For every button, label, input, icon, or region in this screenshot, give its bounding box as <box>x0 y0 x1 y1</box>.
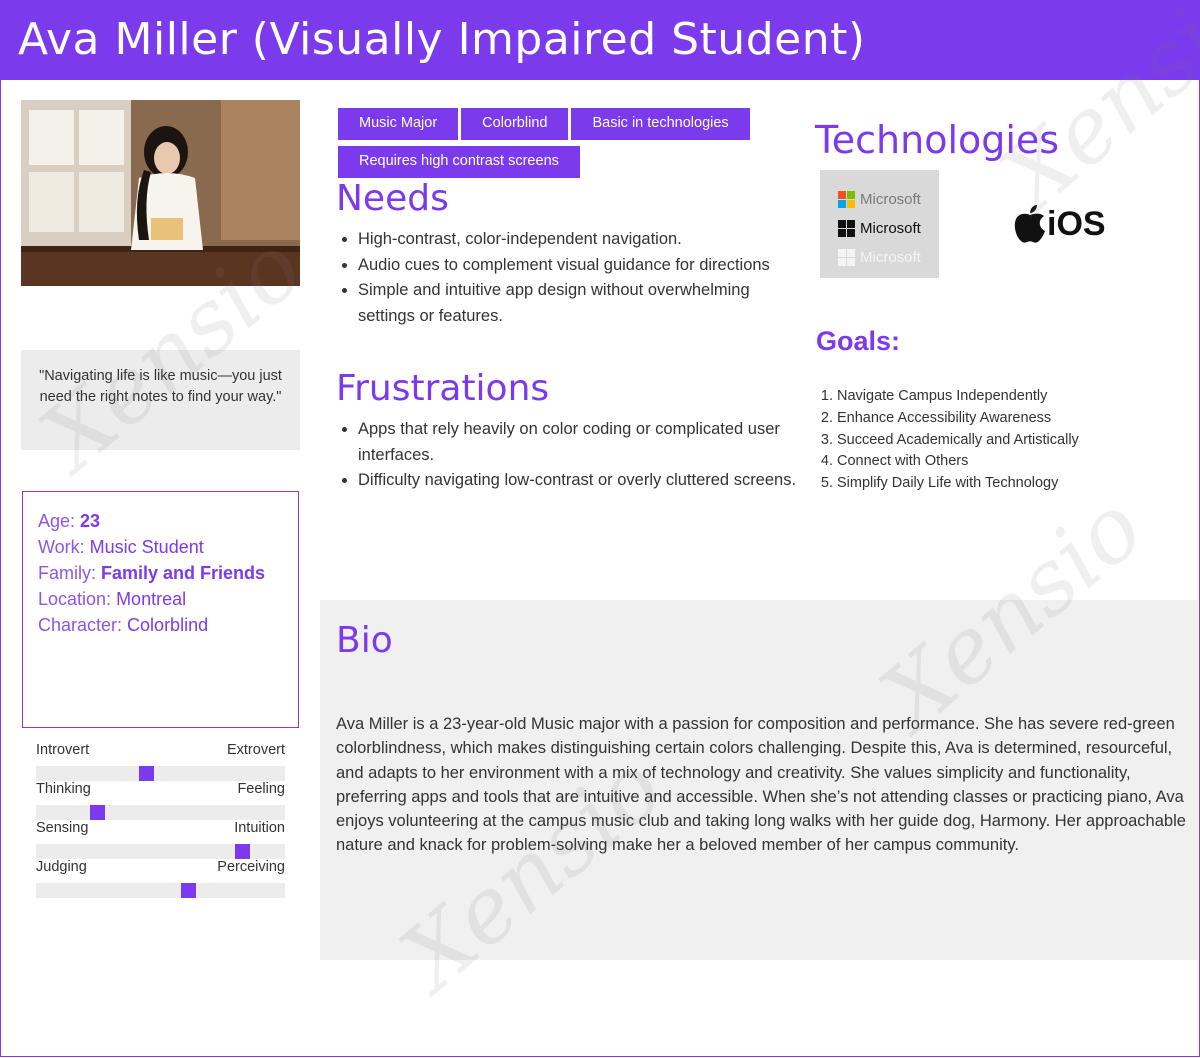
trait-slider-track <box>36 766 285 781</box>
windows-icon <box>838 191 855 208</box>
goal-item: Succeed Academically and Artistically <box>837 430 1079 452</box>
needs-title: Needs <box>336 178 449 219</box>
fact-label: Character: <box>38 615 128 635</box>
goal-item: Enhance Accessibility Awareness <box>837 408 1079 430</box>
fact-value: Montreal <box>116 589 187 609</box>
fact-label: Location: <box>38 589 117 609</box>
fact-family: Family: Family and Friends <box>38 560 283 586</box>
trait-introvert-extrovert: Introvert Extrovert <box>36 742 285 781</box>
trait-slider-track <box>36 883 285 898</box>
fact-value: Colorblind <box>127 615 209 635</box>
profile-photo <box>21 100 300 286</box>
persona-facts: Age: 23 Work: Music Student Family: Fami… <box>22 491 299 728</box>
goal-item: Connect with Others <box>837 451 1079 473</box>
trait-left-label: Thinking <box>36 781 91 797</box>
frustrations-item: Difficulty navigating low-contrast or ov… <box>358 468 798 494</box>
needs-item: Audio cues to complement visual guidance… <box>358 253 798 279</box>
fact-label: Family: <box>38 563 101 583</box>
profile-photo-image <box>21 100 300 286</box>
tag-colorblind: Colorblind <box>461 108 569 140</box>
frustrations-item: Apps that rely heavily on color coding o… <box>358 417 798 468</box>
microsoft-logo-black: Microsoft <box>838 214 939 243</box>
trait-right-label: Perceiving <box>217 859 285 875</box>
tag-list: Music Major Colorblind Basic in technologi… <box>338 108 788 184</box>
needs-item: High-contrast, color-independent navigat… <box>358 227 798 253</box>
needs-item: Simple and intuitive app design without … <box>358 278 798 329</box>
microsoft-wordmark: Microsoft <box>860 191 921 208</box>
trait-right-label: Extrovert <box>226 742 285 758</box>
trait-slider-track <box>36 844 285 859</box>
trait-sensing-intuition: Sensing Intuition <box>36 820 285 859</box>
windows-icon <box>838 249 855 266</box>
microsoft-wordmark: Microsoft <box>860 220 921 237</box>
tag-high-contrast: Requires high contrast screens <box>338 146 580 178</box>
personality-traits: Introvert Extrovert Thinking Feeling Sensi… <box>36 742 285 898</box>
ios-logo: iOS <box>1013 204 1106 244</box>
bio-text: Ava Miller is a 23-year-old Music major … <box>336 715 1186 855</box>
goal-item: Simplify Daily Life with Technology <box>837 473 1079 495</box>
fact-label: Work: <box>38 537 90 557</box>
trait-slider-track <box>36 805 285 820</box>
page-title: Ava Miller (Visually Impaired Student) <box>18 14 866 65</box>
microsoft-logo: Microsoft Microsoft Microsoft <box>820 170 939 278</box>
frustrations-title: Frustrations <box>336 368 550 409</box>
fact-age: Age: 23 <box>38 508 283 534</box>
ios-wordmark: iOS <box>1047 204 1106 243</box>
fact-location: Location: Montreal <box>38 586 283 612</box>
trait-slider-marker <box>90 805 105 820</box>
trait-right-label: Feeling <box>237 781 285 797</box>
bio-title: Bio <box>336 620 393 661</box>
persona-quote: "Navigating life is like music—you just … <box>21 350 300 450</box>
trait-thinking-feeling: Thinking Feeling <box>36 781 285 820</box>
fact-character: Character: Colorblind <box>38 612 283 638</box>
fact-value: Family and Friends <box>101 563 266 583</box>
needs-list: High-contrast, color-independent navigat… <box>336 227 798 329</box>
trait-slider-marker <box>235 844 250 859</box>
trait-slider-marker <box>139 766 154 781</box>
fact-value: Music Student <box>89 537 204 557</box>
fact-work: Work: Music Student <box>38 534 283 560</box>
frustrations-list: Apps that rely heavily on color coding o… <box>336 417 798 494</box>
microsoft-logo-color: Microsoft <box>838 185 939 214</box>
trait-slider-marker <box>181 883 196 898</box>
trait-left-label: Judging <box>36 859 87 875</box>
technologies-title: Technologies <box>815 118 1060 162</box>
header: Ava Miller (Visually Impaired Student) <box>0 0 1200 80</box>
apple-icon <box>1014 205 1045 243</box>
microsoft-logo-white: Microsoft <box>838 243 939 272</box>
tag-basic-tech: Basic in technologies <box>571 108 750 140</box>
trait-left-label: Sensing <box>36 820 89 836</box>
tag-music-major: Music Major <box>338 108 459 140</box>
trait-right-label: Intuition <box>234 820 285 836</box>
windows-icon <box>838 220 855 237</box>
microsoft-wordmark: Microsoft <box>860 249 921 266</box>
goals-list: Navigate Campus Independently Enhance Ac… <box>821 386 1079 495</box>
fact-label: Age: <box>38 511 81 531</box>
goal-item: Navigate Campus Independently <box>837 386 1079 408</box>
fact-value: 23 <box>80 511 101 531</box>
trait-left-label: Introvert <box>36 742 90 758</box>
trait-judging-perceiving: Judging Perceiving <box>36 859 285 898</box>
goals-title: Goals: <box>816 326 901 356</box>
